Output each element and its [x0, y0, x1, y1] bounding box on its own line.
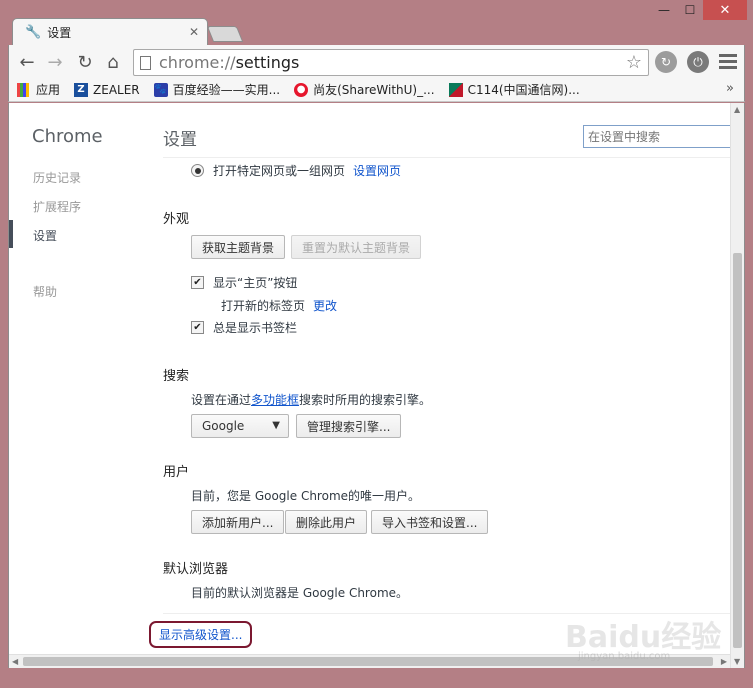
- selected-indicator: [9, 220, 13, 248]
- baidu-watermark: Baidu经验: [565, 620, 722, 655]
- show-home-checkbox[interactable]: ✔: [191, 276, 204, 289]
- scroll-right-icon[interactable]: ▶: [721, 657, 727, 666]
- settings-page: Chrome 历史记录 扩展程序 设置 帮助 设置 打开特定网页或一组网页 设置…: [8, 103, 745, 668]
- set-pages-link[interactable]: 设置网页: [353, 162, 401, 179]
- home-page-row: 打开新的标签页 更改: [221, 297, 337, 314]
- apps-grid-icon: [17, 82, 31, 97]
- sidebar-item-extensions[interactable]: 扩展程序: [33, 198, 81, 215]
- wrench-icon: 🔧: [25, 25, 42, 40]
- baidu-watermark-url: jingyan.baidu.com: [578, 651, 671, 662]
- chrome-logo-text: Chrome: [32, 126, 103, 147]
- minimize-button[interactable]: —: [651, 0, 677, 20]
- omnibox-link[interactable]: 多功能框: [251, 391, 299, 408]
- startup-option-label: 打开特定网页或一组网页: [213, 164, 346, 178]
- get-themes-button[interactable]: 获取主题背景: [191, 235, 286, 259]
- sidebar-item-help[interactable]: 帮助: [33, 283, 57, 300]
- bookmark-apps[interactable]: 应用: [17, 81, 60, 98]
- startup-option-row: 打开特定网页或一组网页 设置网页: [191, 162, 401, 179]
- tab-settings[interactable]: 🔧 设置 ✕: [12, 18, 208, 46]
- vertical-scrollbar[interactable]: ▲ ▼: [730, 103, 744, 668]
- show-home-label: 显示“主页”按钮: [213, 276, 298, 290]
- search-engine-select[interactable]: Google ▼: [191, 414, 289, 438]
- toolbar: ← → ↻ ⌂ chrome://settings ☆ ↻ ⏻: [8, 45, 745, 78]
- home-page-desc: 打开新的标签页: [221, 299, 306, 313]
- window-frame-bottom: [8, 668, 745, 676]
- bookmark-zealer[interactable]: Z ZEALER: [74, 82, 140, 97]
- change-home-link[interactable]: 更改: [313, 297, 337, 314]
- sidebar-item-history[interactable]: 历史记录: [33, 169, 81, 186]
- page-header: 设置: [163, 123, 731, 158]
- show-bookmarks-label: 总是显示书签栏: [213, 321, 298, 335]
- users-title: 用户: [163, 465, 190, 480]
- search-title: 搜索: [163, 369, 190, 384]
- extension-power-icon[interactable]: ⏻: [687, 51, 709, 73]
- vertical-scroll-thumb[interactable]: [733, 253, 742, 648]
- back-button[interactable]: ←: [15, 50, 39, 74]
- home-button[interactable]: ⌂: [101, 50, 125, 74]
- manage-search-engines-button[interactable]: 管理搜索引擎...: [296, 414, 402, 438]
- delete-user-button[interactable]: 删除此用户: [285, 510, 368, 534]
- c114-icon: [448, 82, 463, 97]
- address-bar[interactable]: chrome://settings ☆: [133, 49, 649, 76]
- baidu-paw-icon: 🐾: [153, 82, 168, 97]
- users-desc: 目前，您是 Google Chrome的唯一用户。: [191, 489, 421, 503]
- window-controls: — ☐ ✕: [651, 0, 747, 20]
- show-home-row: ✔ 显示“主页”按钮: [191, 274, 297, 291]
- more-bookmarks-icon[interactable]: »: [726, 81, 734, 96]
- page-icon: [140, 55, 151, 70]
- default-browser-title: 默认浏览器: [163, 562, 229, 577]
- url-text: chrome://settings: [159, 53, 300, 72]
- star-icon[interactable]: ☆: [626, 52, 642, 73]
- reload-button[interactable]: ↻: [73, 50, 97, 74]
- close-window-button[interactable]: ✕: [703, 0, 747, 20]
- dropdown-arrow-icon: ▼: [272, 420, 280, 431]
- forward-button[interactable]: →: [43, 50, 67, 74]
- bookmark-baidu-jingyan[interactable]: 🐾 百度经验——实用...: [153, 81, 280, 98]
- show-advanced-settings-link[interactable]: 显示高级设置...: [149, 621, 253, 648]
- reset-theme-button[interactable]: 重置为默认主题背景: [291, 235, 422, 259]
- bookmarks-bar: 应用 Z ZEALER 🐾 百度经验——实用... ● 尚友(ShareWith…: [8, 78, 745, 102]
- show-bookmarks-row: ✔ 总是显示书签栏: [191, 319, 297, 336]
- show-bookmarks-checkbox[interactable]: ✔: [191, 321, 204, 334]
- bookmark-sharewithu[interactable]: ● 尚友(ShareWithU)_...: [294, 81, 435, 98]
- startup-radio[interactable]: [191, 164, 204, 177]
- page-title: 设置: [163, 130, 197, 150]
- menu-icon[interactable]: [719, 51, 737, 71]
- scroll-up-icon[interactable]: ▲: [734, 105, 740, 114]
- extension-icon[interactable]: ↻: [655, 51, 677, 73]
- weibo-icon: ●: [294, 82, 309, 97]
- add-user-button[interactable]: 添加新用户...: [191, 510, 285, 534]
- bookmark-c114[interactable]: C114(中国通信网)...: [448, 81, 580, 98]
- sidebar: Chrome 历史记录 扩展程序 设置 帮助: [9, 103, 159, 668]
- tab-title: 设置: [47, 26, 72, 40]
- zealer-icon: Z: [74, 82, 89, 97]
- settings-search-input[interactable]: [583, 125, 731, 148]
- new-tab-button[interactable]: [206, 26, 244, 42]
- import-bookmarks-button[interactable]: 导入书签和设置...: [371, 510, 489, 534]
- sidebar-item-settings[interactable]: 设置: [33, 227, 57, 244]
- maximize-button[interactable]: ☐: [677, 0, 703, 20]
- default-browser-desc: 目前的默认浏览器是 Google Chrome。: [191, 586, 409, 600]
- tab-close-icon[interactable]: ✕: [189, 25, 199, 39]
- appearance-title: 外观: [163, 212, 190, 227]
- search-desc: 设置在通过 多功能框 搜索时所用的搜索引擎。: [191, 391, 432, 408]
- scroll-left-icon[interactable]: ◀: [12, 657, 18, 666]
- scroll-down-icon[interactable]: ▼: [734, 657, 740, 666]
